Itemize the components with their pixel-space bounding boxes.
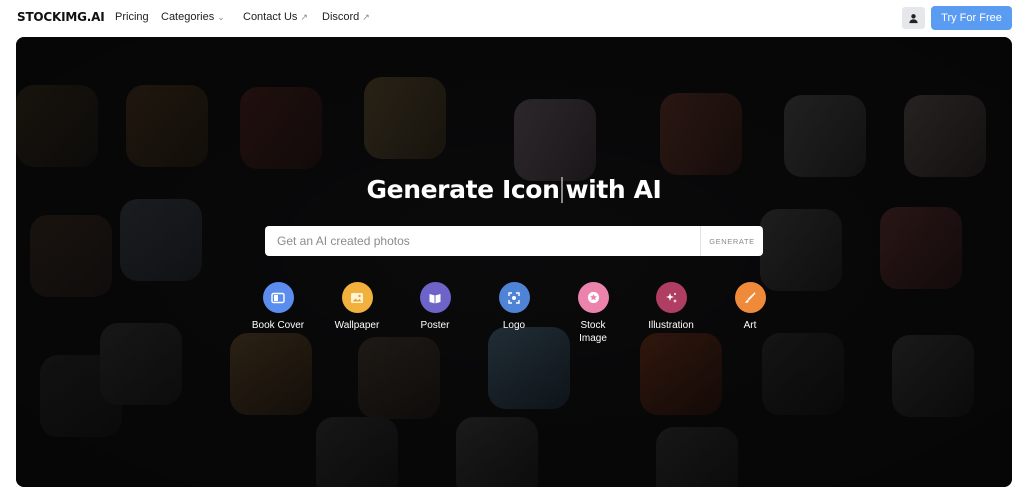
try-for-free-button[interactable]: Try For Free xyxy=(931,6,1012,30)
hero-overlay xyxy=(16,37,1012,487)
category-logo[interactable]: Logo xyxy=(474,282,554,332)
category-illustration[interactable]: Illustration xyxy=(631,282,711,332)
poster-icon xyxy=(419,282,451,313)
category-label: Book Cover xyxy=(251,320,305,331)
nav-pricing-label: Pricing xyxy=(115,11,149,23)
sparkle-icon xyxy=(655,282,687,313)
external-link-icon: ↗ xyxy=(362,11,370,22)
category-wallpaper[interactable]: Wallpaper xyxy=(317,282,397,332)
hero-section: Generate Iconwith AI GENERATE Book Cover… xyxy=(16,37,1012,487)
logo-icon xyxy=(498,282,530,313)
category-poster[interactable]: Poster xyxy=(395,282,475,332)
user-icon xyxy=(909,13,918,23)
category-label: Wallpaper xyxy=(334,320,380,331)
generate-button[interactable]: GENERATE xyxy=(700,226,763,256)
nav-pricing[interactable]: Pricing xyxy=(115,11,149,23)
prompt-search-bar: GENERATE xyxy=(265,226,763,256)
brand-logo[interactable]: STOCKIMG.AI xyxy=(17,10,105,24)
nav-contact-label: Contact Us xyxy=(243,11,298,23)
category-label: Art xyxy=(743,320,757,331)
category-label: Poster xyxy=(420,320,450,331)
category-label: Stock Image xyxy=(579,320,607,344)
category-book-cover[interactable]: Book Cover xyxy=(238,282,318,332)
chevron-down-icon: ⌄ xyxy=(217,11,225,22)
nav-categories[interactable]: Categories ⌄ xyxy=(161,11,225,23)
category-art[interactable]: Art xyxy=(710,282,790,332)
category-label: Illustration xyxy=(648,320,694,331)
prompt-input[interactable] xyxy=(265,226,700,256)
nav-contact[interactable]: Contact Us ↗ xyxy=(243,11,308,23)
category-stock-image[interactable]: Stock Image xyxy=(553,282,633,345)
hero-headline: Generate Icon with AI xyxy=(16,175,1012,204)
headline-text-start: Generate Icon xyxy=(366,175,560,204)
category-shortcuts: Book Cover Wallpaper Poster Logo Stock I… xyxy=(16,282,1012,362)
nav-discord[interactable]: Discord ↗ xyxy=(322,11,370,23)
brush-icon xyxy=(734,282,766,313)
top-nav: STOCKIMG.AI Pricing Categories ⌄ Contact … xyxy=(0,0,1024,36)
headline-text-end: with AI xyxy=(565,175,662,204)
book-icon xyxy=(262,282,294,313)
nav-discord-label: Discord xyxy=(322,11,360,23)
nav-categories-label: Categories xyxy=(161,11,215,23)
user-button[interactable] xyxy=(902,7,925,29)
external-link-icon: ↗ xyxy=(300,11,308,22)
image-icon xyxy=(341,282,373,313)
category-label: Logo xyxy=(502,320,526,331)
typing-caret xyxy=(561,177,564,203)
star-icon xyxy=(577,282,609,313)
